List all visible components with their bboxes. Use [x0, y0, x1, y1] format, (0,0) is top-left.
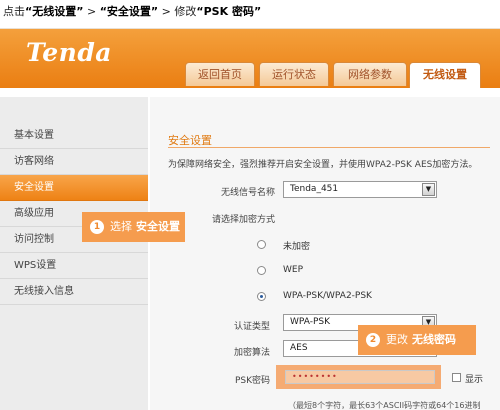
- ssid-label: 无线信号名称: [220, 188, 275, 198]
- radio-none-label: 未加密: [283, 242, 311, 252]
- section-divider: [168, 147, 490, 148]
- tenda-logo: Tenda: [26, 38, 112, 67]
- psk-password-input[interactable]: ••••••••: [285, 370, 435, 384]
- radio-none[interactable]: [257, 240, 266, 249]
- cipher-value: AES: [290, 343, 308, 353]
- psk-label: PSK密码: [234, 376, 270, 386]
- cipher-label: 加密算法: [233, 348, 270, 358]
- callout-change-password: 2 更改 无线密码: [358, 325, 476, 355]
- instruction-text: 点击“无线设置” > “安全设置” > 修改“PSK 密码”: [3, 5, 262, 18]
- tab-status[interactable]: 运行状态: [259, 62, 329, 86]
- auth-type-label: 认证类型: [233, 322, 270, 332]
- screenshot-stage: 点击“无线设置” > “安全设置” > 修改“PSK 密码” Tenda 返回首…: [0, 0, 500, 410]
- security-description: 为保障网络安全，强烈推荐开启安全设置，并使用WPA2-PSK AES加密方法。: [168, 160, 478, 170]
- sidebar-item-clients[interactable]: 无线接入信息: [0, 279, 148, 305]
- radio-wpa-psk[interactable]: [257, 292, 266, 301]
- show-password-checkbox[interactable]: [452, 373, 461, 382]
- radio-wep-label: WEP: [283, 265, 304, 275]
- sidebar-item-basic[interactable]: 基本设置: [0, 123, 148, 149]
- main-panel: 安全设置 为保障网络安全，强烈推荐开启安全设置，并使用WPA2-PSK AES加…: [150, 97, 500, 410]
- radio-wep[interactable]: [257, 266, 266, 275]
- tab-wireless[interactable]: 无线设置: [409, 62, 481, 88]
- callout-one-bold: 安全设置: [136, 220, 180, 233]
- psk-hint: （最短8个字符，最长63个ASCII码字符或64个16进制: [288, 401, 481, 410]
- sidebar-item-wps[interactable]: WPS设置: [0, 253, 148, 279]
- chevron-down-icon: ▼: [422, 183, 435, 196]
- sidebar-item-security[interactable]: 安全设置: [0, 175, 148, 201]
- sidebar: 基本设置 访客网络 安全设置 高级应用 访问控制 WPS设置 无线接入信息: [0, 97, 148, 410]
- ssid-select[interactable]: Tenda_451 ▼: [283, 181, 437, 198]
- sidebar-item-guest[interactable]: 访客网络: [0, 149, 148, 175]
- auth-type-value: WPA-PSK: [290, 317, 330, 327]
- radio-wpa-psk-label: WPA-PSK/WPA2-PSK: [283, 291, 372, 301]
- step-two-badge: 2: [366, 333, 380, 347]
- ssid-value: Tenda_451: [290, 184, 339, 194]
- encryption-label: 请选择加密方式: [211, 215, 275, 225]
- callout-select-security: 1 选择 安全设置: [82, 212, 185, 242]
- section-title: 安全设置: [168, 134, 212, 147]
- callout-two-text: 更改: [386, 333, 408, 346]
- callout-one-text: 选择: [110, 220, 132, 233]
- tab-home[interactable]: 返回首页: [185, 62, 255, 86]
- step-one-badge: 1: [90, 220, 104, 234]
- callout-two-bold: 无线密码: [412, 333, 456, 346]
- show-password-label: 显示: [465, 375, 484, 385]
- tab-network[interactable]: 网络参数: [333, 62, 407, 86]
